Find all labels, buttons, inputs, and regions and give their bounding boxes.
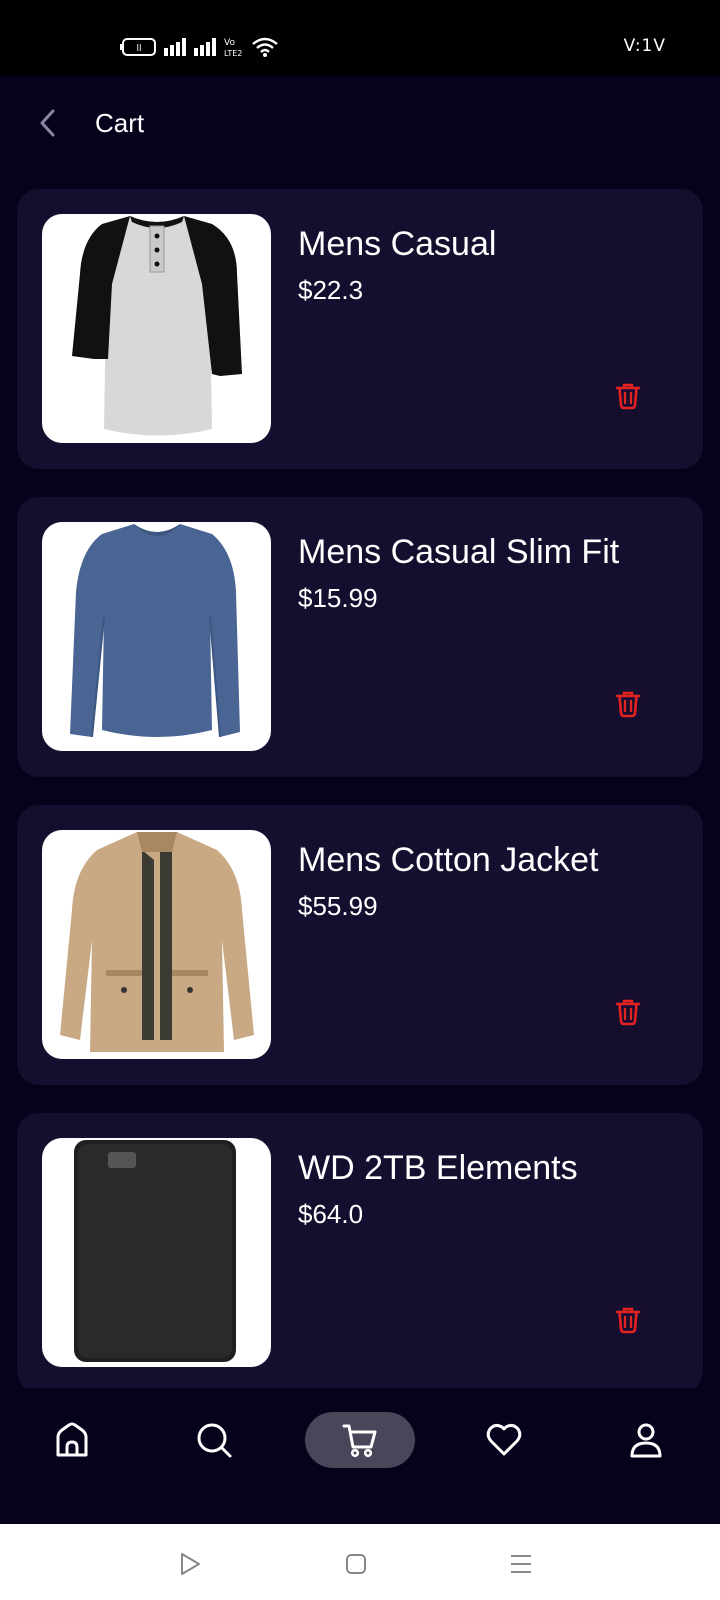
cart-item[interactable]: Mens Casual $22.3: [17, 189, 703, 469]
wifi-icon: [252, 37, 278, 57]
product-name: Mens Cotton Jacket: [298, 841, 599, 879]
product-price: $64.0: [298, 1199, 364, 1229]
menu-lines-icon: [511, 1555, 531, 1573]
nav-profile[interactable]: [616, 1414, 676, 1466]
status-bar: ll Vo LTE2 V:1V: [0, 0, 720, 76]
cart-item[interactable]: Mens Casual Slim Fit $15.99: [17, 497, 703, 777]
trash-icon: [615, 691, 641, 718]
signal-icon: [164, 38, 186, 56]
product-name: Mens Casual: [298, 225, 497, 263]
khaki-jacket-image: [60, 832, 254, 1052]
cart-list[interactable]: Mens Casual $22.3 Mens Casual Slim Fit $…: [0, 189, 720, 1389]
nav-home[interactable]: [42, 1414, 102, 1466]
nav-search[interactable]: [184, 1414, 244, 1466]
sys-back-button[interactable]: [174, 1548, 206, 1580]
delete-button[interactable]: [613, 997, 643, 1027]
blue-longsleeve-image: [70, 524, 240, 738]
system-nav-bar: [0, 1524, 720, 1600]
home-icon: [56, 1422, 88, 1457]
search-icon: [197, 1423, 232, 1458]
page-title: Cart: [95, 108, 145, 138]
trash-icon: [615, 1307, 641, 1334]
app-bar: Cart: [0, 76, 720, 172]
product-image: [42, 1138, 271, 1367]
bottom-nav: [0, 1388, 720, 1524]
cart-icon: [342, 1424, 377, 1458]
svg-text:LTE2: LTE2: [224, 49, 242, 58]
sys-menu-button[interactable]: [505, 1548, 537, 1580]
delete-button[interactable]: [613, 381, 643, 411]
product-image: [42, 830, 271, 1059]
product-image: [42, 522, 271, 751]
svg-text:ll: ll: [136, 44, 141, 54]
trash-icon: [615, 999, 641, 1026]
battery-icon: ll: [120, 38, 156, 56]
product-price: $15.99: [298, 583, 378, 613]
triangle-back-icon: [181, 1553, 200, 1575]
square-home-icon: [346, 1554, 366, 1574]
trash-icon: [615, 383, 641, 410]
svg-text:Vo: Vo: [224, 38, 235, 48]
heart-icon: [486, 1423, 522, 1456]
volte-icon: VoLTE2: [224, 38, 242, 58]
product-name: WD 2TB Elements: [298, 1149, 578, 1187]
back-button[interactable]: [30, 106, 64, 140]
signal-icon: [194, 38, 216, 56]
sys-home-button[interactable]: [340, 1548, 372, 1580]
product-name: Mens Casual Slim Fit: [298, 533, 620, 571]
cart-item[interactable]: WD 2TB Elements $64.0: [17, 1113, 703, 1389]
product-price: $55.99: [298, 891, 378, 921]
nav-favorites[interactable]: [474, 1414, 534, 1466]
product-price: $22.3: [298, 275, 364, 305]
nav-cart[interactable]: [305, 1412, 415, 1468]
raglan-shirt-image: [72, 216, 242, 436]
product-image: [42, 214, 271, 443]
black-hard-drive-image: [74, 1140, 236, 1362]
user-icon: [630, 1423, 662, 1458]
delete-button[interactable]: [613, 689, 643, 719]
cart-item[interactable]: Mens Cotton Jacket $55.99: [17, 805, 703, 1085]
delete-button[interactable]: [613, 1305, 643, 1335]
back-arrow-icon: [40, 109, 55, 137]
status-time: V:1V: [623, 36, 666, 56]
status-icons: ll Vo LTE2: [120, 36, 278, 58]
